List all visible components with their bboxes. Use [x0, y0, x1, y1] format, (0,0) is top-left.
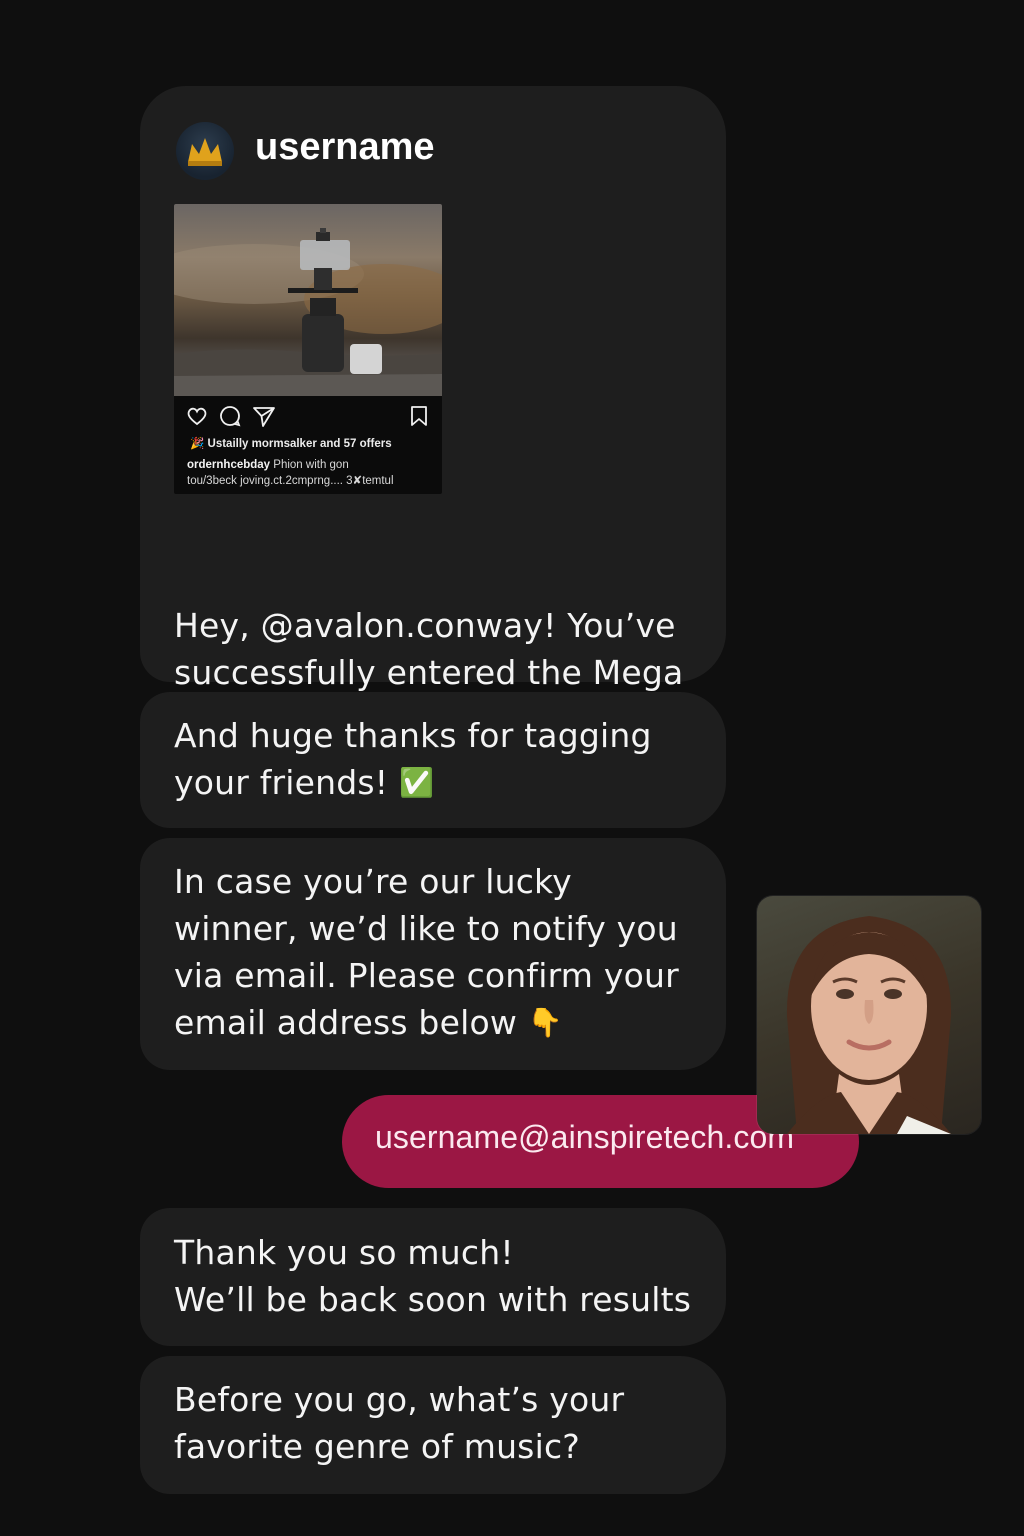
post-caption: ordernhcebday Phion with gon tou/3beck j… [187, 457, 434, 489]
party-popper-icon: 🎉 [190, 438, 208, 450]
post-actions [174, 400, 442, 432]
shared-post[interactable]: 🎉 Ustailly mormsalker and 57 offers orde… [174, 204, 442, 494]
message-text: And huge thanks for tagging your friends… [174, 716, 652, 802]
message-text: Before you go, what’s your favorite genr… [174, 1380, 625, 1466]
check-mark-icon: ✅ [398, 766, 435, 799]
caption-line2: tou/3beck joving.ct.2cmprng.... 3✘temtul [187, 475, 394, 487]
user-profile-photo[interactable] [757, 896, 981, 1134]
message-bubble-giveaway: username 🎉 Ustailly mormsalker and 57 of… [140, 86, 726, 739]
crown-icon[interactable] [176, 122, 234, 180]
message-bubble-music-question: Before you go, what’s your favorite genr… [140, 1356, 726, 1494]
message-bubble-thank-you: Thank you so much! We’ll be back soon wi… [140, 1208, 726, 1346]
pointing-down-icon: 👇 [527, 1006, 563, 1039]
post-photo[interactable] [174, 204, 442, 396]
send-icon[interactable] [252, 404, 276, 428]
caption-user[interactable]: ordernhcebday [187, 459, 270, 471]
heart-icon[interactable] [185, 404, 209, 428]
message-text: In case you’re our lucky winner, we’d li… [174, 862, 679, 1042]
caption-text: Phion with gon [273, 459, 349, 471]
sender-username[interactable]: username [255, 126, 435, 169]
comment-icon[interactable] [218, 404, 242, 428]
message-bubble-confirm-email: In case you’re our lucky winner, we’d li… [140, 838, 726, 1070]
message-text: Thank you so much! We’ll be back soon wi… [174, 1233, 692, 1319]
message-bubble-thanks-tagging: And huge thanks for tagging your friends… [140, 692, 726, 828]
post-likes: 🎉 Ustailly mormsalker and 57 offers [190, 438, 392, 450]
reply-text: username@ainspiretech.com [375, 1119, 795, 1155]
bookmark-icon[interactable] [407, 404, 431, 428]
